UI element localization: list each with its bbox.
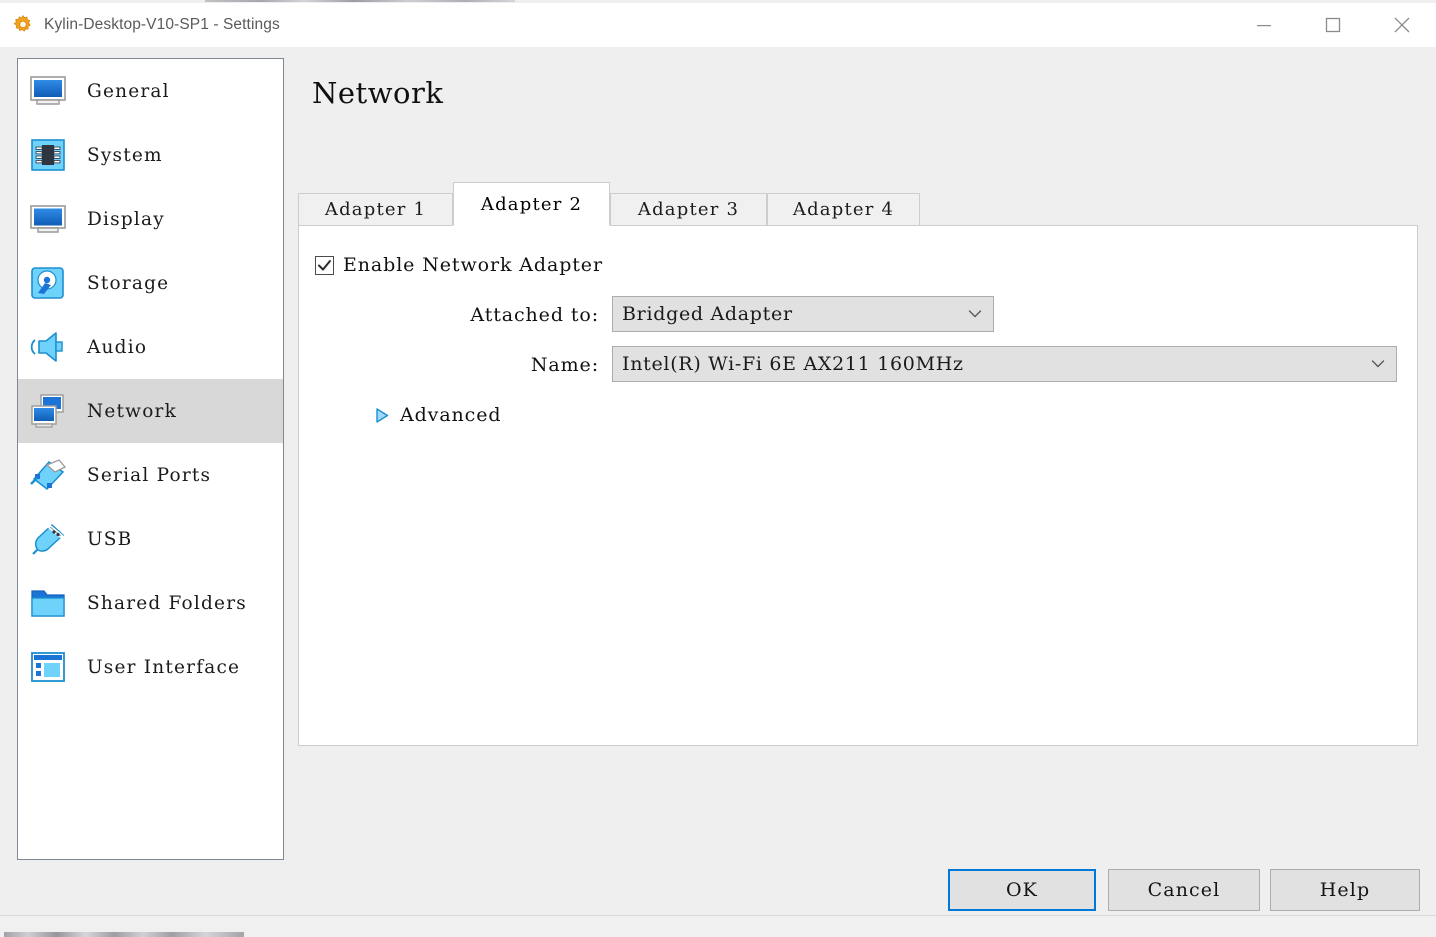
help-button[interactable]: Help (1270, 869, 1420, 911)
attached-to-value: Bridged Adapter (622, 303, 793, 325)
bleed-smear (4, 932, 244, 937)
tab-label: Adapter 2 (480, 193, 583, 215)
chevron-down-icon (1371, 360, 1385, 368)
background-window-bleed-bottom (0, 915, 1436, 937)
sidebar-item-general[interactable]: General (18, 59, 283, 123)
sidebar-item-label: USB (87, 528, 133, 550)
sidebar-item-serial-ports[interactable]: Serial Ports (18, 443, 283, 507)
minimize-button[interactable] (1229, 3, 1298, 47)
tab-label: Adapter 1 (324, 199, 427, 220)
monitor-icon (25, 68, 71, 114)
attached-to-dropdown[interactable]: Bridged Adapter (612, 296, 994, 332)
folder-icon (25, 580, 71, 626)
tab-adapter-2[interactable]: Adapter 2 (453, 182, 610, 226)
tab-adapter-3[interactable]: Adapter 3 (610, 193, 767, 226)
enable-network-adapter-row[interactable]: Enable Network Adapter (315, 254, 603, 276)
sidebar-item-label: Shared Folders (87, 592, 247, 614)
tab-label: Adapter 3 (637, 199, 740, 220)
serial-port-icon (25, 452, 71, 498)
speaker-icon (25, 324, 71, 370)
sidebar-item-storage[interactable]: Storage (18, 251, 283, 315)
advanced-label: Advanced (400, 404, 502, 426)
sidebar-item-display[interactable]: Display (18, 187, 283, 251)
tab-label: Adapter 4 (792, 199, 895, 220)
sidebar-item-label: Serial Ports (87, 464, 212, 486)
cancel-button[interactable]: Cancel (1108, 869, 1260, 911)
ok-button[interactable]: OK (948, 869, 1096, 911)
chevron-down-icon (968, 310, 982, 318)
dialog-body: General System Display Storage Audio Net… (0, 47, 1436, 915)
attached-to-label: Attached to: (470, 304, 599, 326)
tab-adapter-4[interactable]: Adapter 4 (767, 193, 920, 226)
window-controls (1229, 3, 1436, 47)
sidebar-item-label: Display (87, 208, 165, 230)
sidebar-item-user-interface[interactable]: User Interface (18, 635, 283, 699)
maximize-icon (1325, 17, 1340, 33)
settings-category-list[interactable]: General System Display Storage Audio Net… (17, 58, 284, 860)
sidebar-item-shared-folders[interactable]: Shared Folders (18, 571, 283, 635)
minimize-icon (1256, 25, 1271, 27)
gear-icon (12, 14, 34, 36)
chip-icon (25, 132, 71, 178)
title-bar: Kylin-Desktop-V10-SP1 - Settings (0, 3, 1436, 47)
settings-window: Kylin-Desktop-V10-SP1 - Settings General… (0, 0, 1436, 937)
window-title: Kylin-Desktop-V10-SP1 - Settings (44, 16, 280, 33)
enable-network-adapter-checkbox[interactable] (315, 255, 334, 275)
enable-network-adapter-label: Enable Network Adapter (343, 254, 603, 276)
close-icon (1394, 17, 1409, 33)
sidebar-item-label: Audio (87, 336, 148, 358)
harddisk-icon (25, 260, 71, 306)
sidebar-item-audio[interactable]: Audio (18, 315, 283, 379)
settings-content-pane: Network Adapter 1 Adapter 2 Adapter 3 Ad… (298, 58, 1418, 860)
close-button[interactable] (1367, 3, 1436, 47)
checkmark-icon (318, 259, 331, 270)
window-layout-icon (25, 644, 71, 690)
bleed-smear (205, 0, 515, 2)
sidebar-item-label: Storage (87, 272, 170, 294)
adapter-tab-strip[interactable]: Adapter 1 Adapter 2 Adapter 3 Adapter 4 (298, 182, 1418, 226)
help-button-label: Help (1319, 879, 1371, 901)
network-cards-icon (25, 388, 71, 434)
sidebar-item-label: Network (87, 400, 177, 422)
sidebar-item-network[interactable]: Network (18, 379, 283, 443)
sidebar-item-usb[interactable]: USB (18, 507, 283, 571)
sidebar-item-label: System (87, 144, 163, 166)
tab-adapter-1[interactable]: Adapter 1 (298, 193, 453, 226)
name-label: Name: (530, 354, 599, 376)
adapter-name-dropdown[interactable]: Intel(R) Wi-Fi 6E AX211 160MHz (612, 346, 1397, 382)
sidebar-item-label: User Interface (87, 656, 241, 678)
sidebar-item-label: General (87, 80, 170, 102)
adapter-name-value: Intel(R) Wi-Fi 6E AX211 160MHz (622, 353, 964, 375)
ok-button-label: OK (1006, 879, 1038, 901)
display-icon (25, 196, 71, 242)
triangle-right-icon (376, 407, 389, 423)
maximize-button[interactable] (1298, 3, 1367, 47)
usb-icon (25, 516, 71, 562)
adapter-2-panel: Enable Network Adapter Attached to: Brid… (298, 225, 1418, 746)
sidebar-item-system[interactable]: System (18, 123, 283, 187)
cancel-button-label: Cancel (1147, 879, 1221, 901)
page-title: Network (312, 76, 444, 110)
advanced-expander[interactable]: Advanced (374, 404, 501, 426)
